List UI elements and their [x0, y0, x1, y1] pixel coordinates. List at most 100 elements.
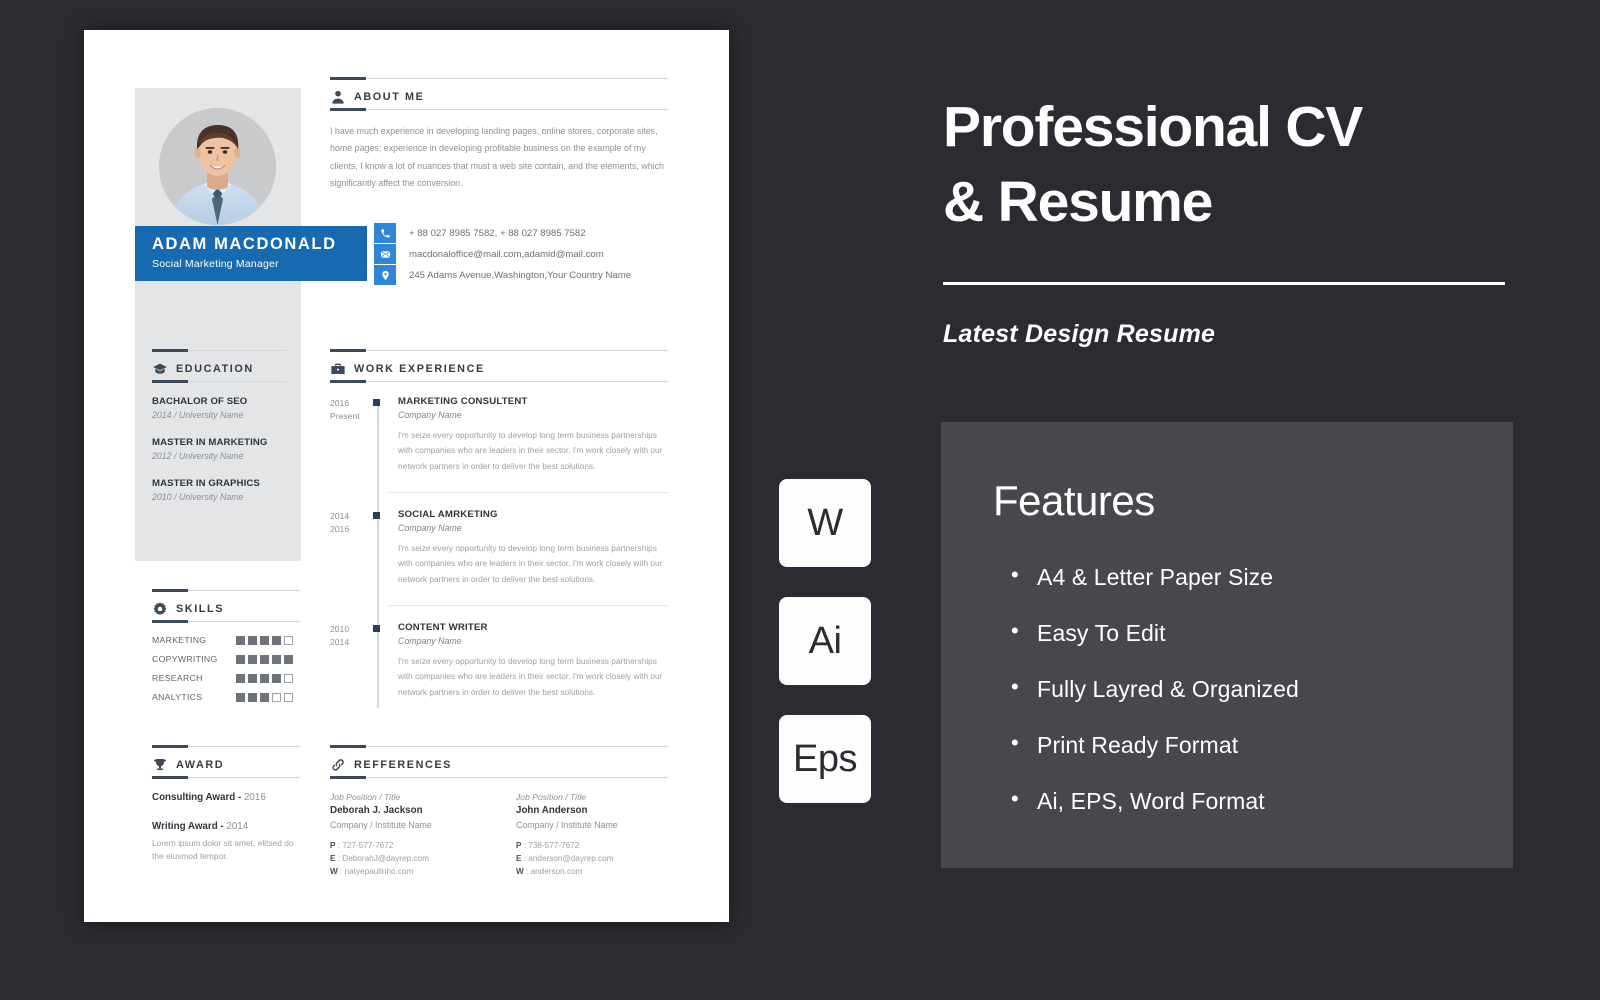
divider	[389, 492, 668, 494]
rating-box-filled	[260, 692, 269, 702]
work-job-title: CONTENT WRITER	[398, 622, 488, 634]
rating-box-filled	[260, 673, 269, 683]
skill-name: COPYWRITING	[152, 654, 218, 664]
phone-icon	[374, 223, 396, 243]
education-detail: 2012 / University Name	[152, 451, 244, 461]
illustrator-format-badge[interactable]: Ai	[779, 597, 871, 685]
feature-item: Print Ready Format	[1011, 730, 1299, 759]
envelope-icon	[374, 244, 396, 264]
rating-box-filled	[260, 654, 269, 664]
rating-box-filled	[248, 673, 257, 683]
reference-name: John Anderson	[516, 805, 588, 816]
work-item: 2010 2014 CONTENT WRITER Company Name I'…	[330, 622, 668, 718]
location-pin-icon	[374, 265, 396, 285]
eps-format-badge[interactable]: Eps	[779, 715, 871, 803]
education-degree: MASTER IN GRAPHICS	[152, 478, 260, 489]
section-work-experience: WORK EXPERIENCE 2016 Present MARKETING C…	[330, 349, 668, 718]
work-year-start: 2016	[330, 398, 350, 408]
features-panel: Features A4 & Letter Paper Size Easy To E…	[941, 422, 1513, 868]
work-description: I'm seize every opportunity to develop l…	[398, 430, 663, 471]
award-list: Consulting Award - 2016 Writing Award - …	[152, 792, 300, 862]
promo-panel: Professional CV & Resume Latest Design R…	[941, 0, 1543, 1000]
promo-mockup-canvas: ADAM MACDONALD Social Marketing Manager …	[0, 0, 1600, 1000]
skill-row: MARKETING	[152, 635, 300, 645]
work-company: Company Name	[398, 410, 462, 420]
education-detail: 2010 / University Name	[152, 492, 244, 502]
graduation-cap-icon	[152, 361, 168, 377]
skill-row: COPYWRITING	[152, 654, 300, 664]
reference-phone: P : 738-577-7672	[516, 841, 580, 850]
work-year-end: 2016	[330, 523, 350, 534]
about-text: I have much experience in developing lan…	[330, 126, 664, 189]
skill-name: MARKETING	[152, 635, 207, 645]
reference-position: Job Position / Title	[516, 792, 587, 802]
web-label: W	[330, 867, 338, 876]
section-header-work: WORK EXPERIENCE	[330, 349, 668, 383]
reference-phone: P : 727-577-7672	[330, 841, 394, 850]
reference-name: Deborah J. Jackson	[330, 805, 423, 816]
rating-box-filled	[236, 692, 245, 702]
promo-subtitle: Latest Design Resume	[943, 320, 1216, 348]
section-header-award: AWARD	[152, 745, 300, 779]
email-value: DeborahJ@dayrep.com	[342, 854, 429, 863]
contact-row-phone: + 88 027 8985 7582, + 88 027 8985 7582	[374, 223, 704, 243]
rating-box-filled	[236, 635, 245, 645]
work-years: 2016 Present	[330, 396, 372, 474]
section-title-award: AWARD	[176, 759, 225, 771]
rating-box-empty	[284, 673, 293, 683]
reference-item: Job Position / Title John Anderson Compa…	[516, 792, 666, 876]
skill-rating	[236, 673, 293, 683]
contact-row-email: macdonaloffice@mail.com,adamid@mail.com	[374, 244, 704, 264]
contact-list: + 88 027 8985 7582, + 88 027 8985 7582 m…	[374, 223, 704, 286]
user-icon	[330, 89, 346, 105]
work-description: I'm seize every opportunity to develop l…	[398, 656, 663, 697]
rating-box-empty	[284, 692, 293, 702]
reference-web: W : anderson.com	[516, 867, 583, 876]
education-detail: 2014 / University Name	[152, 410, 244, 420]
section-header-references: REFFERENCES	[330, 745, 668, 779]
rating-box-empty	[272, 692, 281, 702]
candidate-role: Social Marketing Manager	[152, 257, 279, 270]
work-year-start: 2010	[330, 624, 350, 635]
reference-web: W : natyepaulinho.com	[330, 867, 414, 876]
work-years: 2014 2016	[330, 509, 372, 587]
link-icon	[330, 757, 346, 773]
feature-item: Ai, EPS, Word Format	[1011, 786, 1299, 815]
education-item: BACHALOR OF SEO 2014 / University Name	[152, 396, 286, 420]
page-title: Professional CV & Resume	[943, 90, 1523, 240]
skill-name: ANALYTICS	[152, 692, 203, 702]
section-references: REFFERENCES Job Position / Title Deborah…	[330, 745, 668, 876]
email-label: E	[330, 854, 336, 863]
word-format-badge[interactable]: W	[779, 479, 871, 567]
education-item: MASTER IN MARKETING 2012 / University Na…	[152, 437, 286, 461]
work-year-end: 2014	[330, 636, 350, 647]
rating-box-filled	[272, 635, 281, 645]
profile-photo	[159, 108, 276, 225]
feature-item: A4 & Letter Paper Size	[1011, 562, 1299, 591]
section-education: EDUCATION BACHALOR OF SEO 2014 / Univers…	[152, 349, 286, 519]
resume-page: ADAM MACDONALD Social Marketing Manager …	[84, 30, 729, 922]
reference-email: E : anderson@dayrep.com	[516, 854, 614, 863]
skill-rating	[236, 654, 293, 664]
web-value: anderson.com	[530, 867, 583, 876]
section-about: ABOUT ME I have much experience in devel…	[330, 77, 668, 192]
divider	[389, 605, 668, 607]
work-item: 2014 2016 SOCIAL AMRKETING Company Name …	[330, 509, 668, 605]
work-years: 2010 2014	[330, 622, 372, 700]
section-title-about: ABOUT ME	[354, 91, 425, 103]
reference-item: Job Position / Title Deborah J. Jackson …	[330, 792, 480, 876]
candidate-name: ADAM MACDONALD	[152, 235, 337, 253]
divider	[943, 282, 1505, 285]
name-banner: ADAM MACDONALD Social Marketing Manager	[135, 226, 367, 281]
reference-company: Company / Institute Name	[516, 820, 618, 830]
briefcase-icon	[330, 361, 346, 377]
award-name: Writing Award -	[152, 821, 227, 832]
skill-row: ANALYTICS	[152, 692, 300, 702]
web-value: natyepaulinho.com	[344, 867, 414, 876]
format-badge-group: W Ai Eps	[779, 479, 871, 833]
rating-box-filled	[248, 692, 257, 702]
section-title-education: EDUCATION	[176, 363, 254, 375]
rating-box-filled	[248, 635, 257, 645]
section-header-education: EDUCATION	[152, 349, 286, 383]
work-job-title: MARKETING CONSULTENT	[398, 396, 528, 407]
